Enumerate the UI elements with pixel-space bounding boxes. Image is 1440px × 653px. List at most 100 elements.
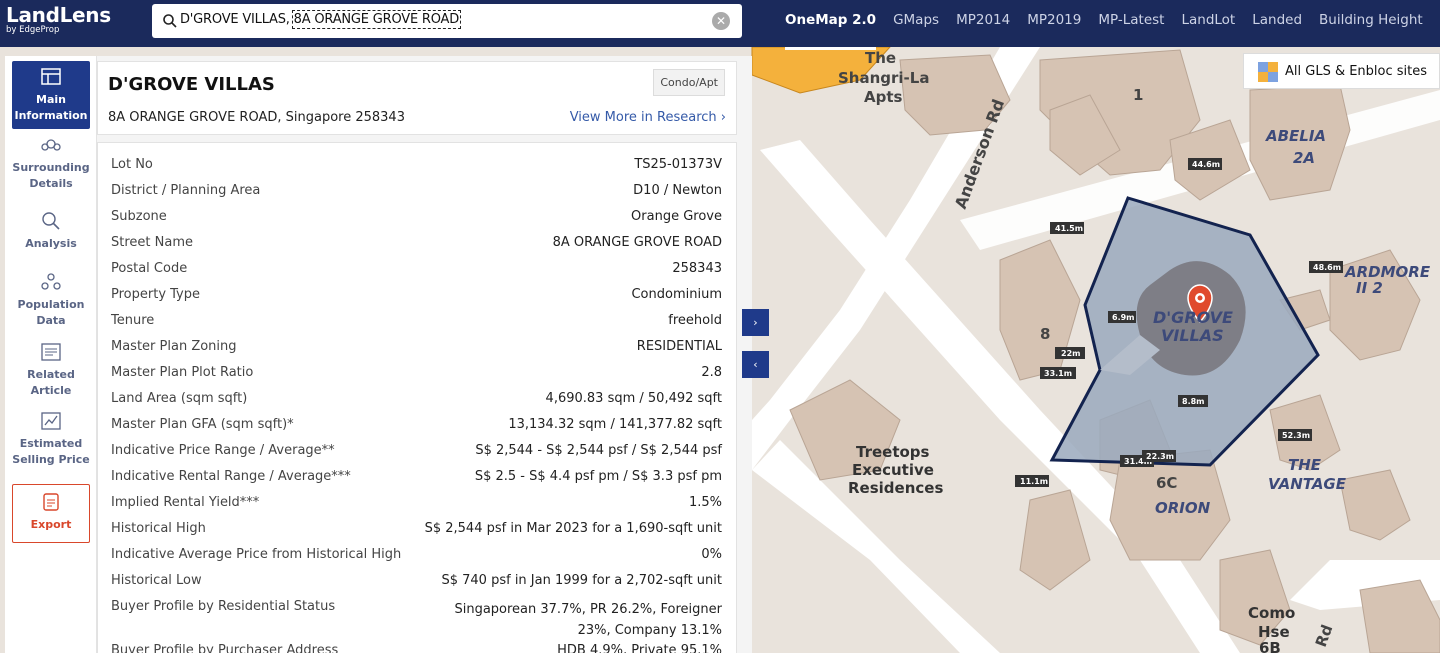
detail-value: RESIDENTIAL bbox=[636, 339, 722, 354]
sidebar-item-surrounding-details[interactable]: Surrounding Details bbox=[12, 134, 90, 192]
gls-toggle-label: All GLS & Enbloc sites bbox=[1285, 64, 1428, 79]
search-box[interactable]: D'GROVE VILLAS, 8A ORANGE GROVE ROAD ✕ bbox=[152, 4, 742, 38]
map-label-dgrove-1: D'GROVE bbox=[1153, 308, 1233, 327]
map-label-abelia: ABELIA bbox=[1265, 127, 1326, 145]
detail-row: Lot No TS25-01373V bbox=[111, 157, 722, 183]
detail-row: Tenure freehold bbox=[111, 313, 722, 339]
sidebar-item-analysis[interactable]: Analysis bbox=[12, 210, 90, 258]
detail-value: 2.8 bbox=[701, 365, 722, 380]
detail-label: Indicative Rental Range / Average*** bbox=[111, 469, 351, 484]
analysis-icon bbox=[42, 212, 60, 230]
detail-label: Lot No bbox=[111, 157, 153, 172]
sidebar-item-label: Export bbox=[30, 518, 72, 531]
article-icon bbox=[41, 343, 61, 361]
detail-value: 8A ORANGE GROVE ROAD bbox=[552, 235, 722, 250]
tab-onemap[interactable]: OneMap 2.0 bbox=[785, 0, 877, 50]
map-label-ardmore-no: II 2 bbox=[1356, 279, 1383, 297]
chevron-right-icon[interactable]: › bbox=[742, 309, 769, 336]
detail-value: freehold bbox=[668, 313, 722, 328]
detail-row: Property Type Condominium bbox=[111, 287, 722, 313]
map-label-block-8: 8 bbox=[1040, 325, 1050, 343]
sidebar-item-estimated-selling-price[interactable]: Estimated Selling Price bbox=[12, 410, 90, 470]
tab-building-height[interactable]: Building Height bbox=[1319, 0, 1423, 47]
svg-text:22m: 22m bbox=[1061, 349, 1080, 358]
sidebar-item-label: Main Information bbox=[14, 93, 88, 122]
tab-mp2014[interactable]: MP2014 bbox=[956, 0, 1010, 47]
logo[interactable]: LandLens by EdgeProp bbox=[6, 4, 111, 35]
detail-row: Historical High S$ 2,544 psf in Mar 2023 … bbox=[111, 521, 722, 547]
detail-value: 4,690.83 sqm / 50,492 sqft bbox=[545, 391, 722, 406]
detail-row: Indicative Rental Range / Average*** S$ 2… bbox=[111, 469, 722, 495]
detail-value: 0% bbox=[701, 547, 722, 562]
chevron-left-icon[interactable]: ‹ bbox=[742, 351, 769, 378]
detail-label: Master Plan GFA (sqm sqft)* bbox=[111, 417, 294, 432]
sidebar-item-label: Estimated Selling Price bbox=[12, 437, 90, 466]
detail-row: Indicative Price Range / Average** S$ 2,5… bbox=[111, 443, 722, 469]
detail-value: Orange Grove bbox=[631, 209, 722, 224]
sidebar: Main Information Surrounding Details Ana… bbox=[5, 56, 97, 653]
detail-label: Historical Low bbox=[111, 573, 202, 588]
detail-row: Subzone Orange Grove bbox=[111, 209, 722, 235]
export-button[interactable]: Export bbox=[12, 484, 90, 543]
detail-row: Historical Low S$ 740 psf in Jan 1999 for… bbox=[111, 573, 722, 599]
detail-row: Buyer Profile by Residential Status Singa… bbox=[111, 599, 722, 643]
map-label-block-1: 1 bbox=[1133, 86, 1143, 104]
tab-gmaps[interactable]: GMaps bbox=[893, 0, 939, 47]
detail-row: Indicative Average Price from Historical… bbox=[111, 547, 722, 573]
detail-label: Master Plan Zoning bbox=[111, 339, 237, 354]
property-name: D'GROVE VILLAS bbox=[108, 74, 275, 95]
svg-text:41.5m: 41.5m bbox=[1055, 224, 1083, 233]
detail-value: Singaporean 37.7%, PR 26.2%, Foreigner 2… bbox=[454, 602, 722, 638]
search-highlight: 8A ORANGE GROVE ROAD bbox=[291, 10, 462, 29]
map-label-orion: ORION bbox=[1155, 499, 1211, 517]
detail-label: Postal Code bbox=[111, 261, 188, 276]
svg-text:48.6m: 48.6m bbox=[1313, 263, 1341, 272]
map-label-treetops-2: Executive bbox=[852, 461, 934, 479]
gls-enbloc-toggle[interactable]: All GLS & Enbloc sites bbox=[1243, 53, 1440, 89]
detail-row: Buyer Profile by Purchaser Address HDB 4.… bbox=[111, 643, 722, 653]
map-label-abelia-no: 2A bbox=[1293, 149, 1315, 167]
property-panel: D'GROVE VILLAS Condo/Apt 8A ORANGE GROVE… bbox=[97, 56, 752, 653]
detail-value: 1.5% bbox=[688, 495, 722, 510]
view-more-research-link[interactable]: View More in Research › bbox=[570, 110, 726, 125]
search-input[interactable]: D'GROVE VILLAS, 8A ORANGE GROVE ROAD bbox=[180, 10, 462, 29]
sidebar-item-related-article[interactable]: Related Article bbox=[12, 341, 90, 401]
surrounding-icon bbox=[41, 139, 61, 151]
sidebar-item-label: Analysis bbox=[25, 237, 77, 250]
map-label-vantage-2: VANTAGE bbox=[1268, 475, 1347, 493]
detail-label: Tenure bbox=[111, 313, 155, 328]
tab-mp2019[interactable]: MP2019 bbox=[1027, 0, 1081, 47]
detail-value: 258343 bbox=[672, 261, 722, 276]
detail-label: Subzone bbox=[111, 209, 167, 224]
detail-value: D10 / Newton bbox=[633, 183, 722, 198]
property-type-badge: Condo/Apt bbox=[653, 69, 725, 96]
svg-text:6.9m: 6.9m bbox=[1112, 313, 1135, 322]
tab-landed[interactable]: Landed bbox=[1252, 0, 1302, 47]
search-prefix: D'GROVE VILLAS, bbox=[180, 12, 290, 27]
svg-text:8.8m: 8.8m bbox=[1182, 397, 1205, 406]
detail-value: S$ 2.5 - S$ 4.4 psf pm / S$ 3.3 psf pm bbox=[474, 469, 722, 484]
detail-label: Property Type bbox=[111, 287, 201, 302]
map-label-treetops-1: Treetops bbox=[856, 443, 930, 461]
detail-row: Master Plan Plot Ratio 2.8 bbox=[111, 365, 722, 391]
sidebar-item-label: Related Article bbox=[27, 368, 75, 397]
clear-search-icon[interactable]: ✕ bbox=[712, 12, 730, 30]
sidebar-item-population-data[interactable]: Population Data bbox=[12, 271, 90, 331]
detail-label: Implied Rental Yield*** bbox=[111, 495, 260, 510]
population-icon bbox=[41, 273, 61, 290]
map-tabs: OneMap 2.0 GMaps MP2014 MP2019 MP-Latest… bbox=[785, 0, 1440, 50]
property-header: D'GROVE VILLAS Condo/Apt 8A ORANGE GROVE… bbox=[97, 61, 737, 135]
detail-row: District / Planning Area D10 / Newton bbox=[111, 183, 722, 209]
sidebar-item-main-information[interactable]: Main Information bbox=[12, 61, 90, 129]
map-label-como-3: 6B bbox=[1259, 639, 1281, 653]
svg-text:52.3m: 52.3m bbox=[1282, 431, 1310, 440]
detail-label: Indicative Average Price from Historical… bbox=[111, 547, 402, 562]
detail-row: Land Area (sqm sqft) 4,690.83 sqm / 50,49… bbox=[111, 391, 722, 417]
detail-value: S$ 2,544 - S$ 2,544 psf / S$ 2,544 psf bbox=[475, 443, 722, 458]
tab-mp-latest[interactable]: MP-Latest bbox=[1098, 0, 1164, 47]
detail-value: S$ 2,544 psf in Mar 2023 for a 1,690-sqf… bbox=[424, 521, 722, 536]
tab-landlot[interactable]: LandLot bbox=[1181, 0, 1235, 47]
detail-value: 13,134.32 sqm / 141,377.82 sqft bbox=[508, 417, 722, 432]
search-icon bbox=[163, 14, 177, 28]
detail-value: HDB 4.9%, Private 95.1% bbox=[557, 643, 722, 653]
